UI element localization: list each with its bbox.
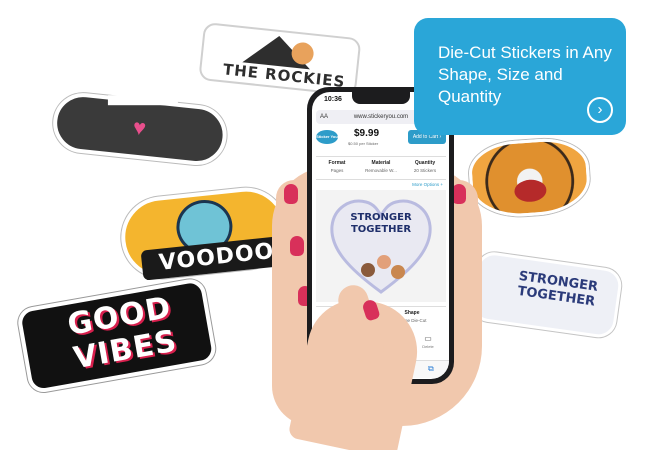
status-time: 10:36 <box>324 96 342 103</box>
option-value: 20 Stickers <box>413 168 437 173</box>
option-label: Format <box>328 160 346 166</box>
good-vibes-sticker: GOOD VIBES <box>15 276 218 395</box>
option-label: Quantity <box>414 160 436 166</box>
delete-tool[interactable]: ▭ Delete <box>416 334 440 349</box>
voodoo-sticker: VOODOO <box>117 183 293 283</box>
stronger-together-sticker-text: STRONGER TOGETHER <box>516 268 599 310</box>
quantity-option[interactable]: Quantity 20 Stickers <box>404 160 446 173</box>
material-option[interactable]: Material Removable W... <box>360 160 402 173</box>
price: $9.99 <box>354 128 380 139</box>
format-option[interactable]: Format Pages <box>316 160 358 173</box>
chevron-right-icon[interactable]: › <box>587 97 613 123</box>
sticker-preview[interactable]: STRONGER TOGETHER <box>316 190 446 302</box>
stronger-together-sticker: STRONGER TOGETHER <box>469 249 624 340</box>
tiger-sticker <box>466 135 593 220</box>
heart-sticker-stack: ♥ <box>40 85 238 189</box>
more-options-link[interactable]: More Options + <box>412 182 443 187</box>
option-value: Pages <box>330 168 344 173</box>
preview-sticker-text: STRONGER TOGETHER <box>350 212 412 235</box>
rockies-sticker: THE ROCKIES <box>198 22 362 97</box>
fingernail <box>452 184 466 204</box>
tool-label: Delete <box>422 344 434 349</box>
option-value: Removable W... <box>365 168 397 173</box>
phone-notch <box>352 92 410 104</box>
good-vibes-sticker-text: GOOD VIBES <box>64 290 180 377</box>
trash-icon: ▭ <box>424 334 432 343</box>
callout-headline: Die-Cut Stickers in Any Shape, Size and … <box>438 43 612 106</box>
price-per-sticker: $0.50 per Sticker <box>348 141 379 146</box>
url-text: www.stickeryou.com <box>353 114 409 120</box>
fingernail <box>284 184 298 204</box>
heart-sticker-preview <box>330 199 432 294</box>
tabs-icon[interactable]: ⧉ <box>428 364 434 374</box>
stickeryou-logo[interactable]: Sticker You <box>316 130 338 144</box>
stronger-together-sticker-stack: STRONGER TOGETHER <box>466 249 627 360</box>
product-options: Format Pages Material Removable W... Qua… <box>316 156 446 180</box>
voodoo-sticker-text: VOODOO <box>140 235 293 281</box>
reader-aa-button[interactable]: AA <box>320 110 328 124</box>
heart-icon: ♥ <box>131 114 148 141</box>
option-label: Material <box>371 160 391 166</box>
fingernail <box>290 236 304 256</box>
heart-sticker: ♥ <box>50 90 230 168</box>
good-vibes-sticker-stack: GOOD VIBES <box>15 276 228 420</box>
